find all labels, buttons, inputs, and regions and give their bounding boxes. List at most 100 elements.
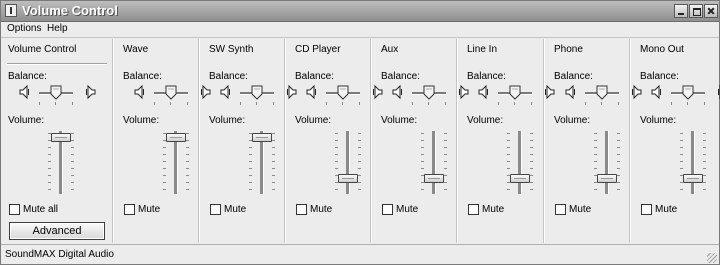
volume-slider-thumb-aux[interactable]: [424, 174, 444, 183]
volume-tick: [530, 154, 533, 155]
volume-tick: [617, 182, 620, 183]
volume-tick: [71, 140, 74, 141]
mute-checkbox-line-in[interactable]: [468, 204, 479, 215]
mute-checkbox-aux[interactable]: [382, 204, 393, 215]
mute-checkbox-cd-player[interactable]: [296, 204, 307, 215]
mute-label-line-in[interactable]: Mute: [482, 204, 504, 215]
balance-slider-thumb-cd-player[interactable]: [337, 85, 349, 100]
minimize-icon[interactable]: [674, 4, 688, 18]
balance-slider-thumb-sw-synth[interactable]: [251, 85, 263, 100]
volume-tick: [48, 175, 51, 176]
volume-tick: [249, 189, 252, 190]
balance-tick: [55, 102, 56, 105]
volume-track-phone[interactable]: [605, 131, 609, 194]
volume-slider-thumb-sw-synth[interactable]: [252, 133, 272, 142]
volume-tick: [71, 175, 74, 176]
mute-checkbox-phone[interactable]: [555, 204, 566, 215]
title-separator: [7, 63, 107, 65]
volume-slider-thumb-main[interactable]: [51, 133, 71, 142]
mute-label-mono-out[interactable]: Mute: [655, 204, 677, 215]
volume-tick: [358, 161, 361, 162]
volume-tick: [617, 161, 620, 162]
balance-slider-thumb-mono-out[interactable]: [682, 85, 694, 100]
volume-tick: [71, 147, 74, 148]
column-divider: [198, 39, 200, 243]
column-divider: [112, 39, 114, 243]
volume-tick: [444, 175, 447, 176]
balance-label-cd-player: Balance:: [295, 71, 334, 82]
volume-tick: [249, 182, 252, 183]
volume-tick: [703, 161, 706, 162]
volume-slider-thumb-wave[interactable]: [166, 133, 186, 142]
volume-slider-thumb-phone[interactable]: [597, 174, 617, 183]
balance-tick: [514, 102, 515, 105]
volume-tick: [358, 168, 361, 169]
balance-slider-thumb-aux[interactable]: [423, 85, 435, 100]
volume-track-mono-out[interactable]: [691, 131, 695, 194]
volume-tick: [272, 175, 275, 176]
volume-slider-thumb-line-in[interactable]: [510, 174, 530, 183]
speaker-right-icon: [631, 84, 643, 100]
channel-title-phone: Phone: [554, 44, 583, 55]
mute-label-sw-synth[interactable]: Mute: [224, 204, 246, 215]
volume-tick: [421, 133, 424, 134]
volume-tick: [71, 182, 74, 183]
speaker-left-icon: [219, 84, 231, 100]
title-bar[interactable]: Volume Control: [1, 1, 719, 22]
mute-label-main[interactable]: Mute all: [23, 204, 58, 215]
channel-title-line-in: Line In: [467, 44, 498, 55]
volume-tick: [186, 161, 189, 162]
volume-tick: [530, 161, 533, 162]
mute-checkbox-wave[interactable]: [124, 204, 135, 215]
volume-tick: [48, 161, 51, 162]
volume-tick: [71, 168, 74, 169]
mute-checkbox-mono-out[interactable]: [641, 204, 652, 215]
volume-tick: [48, 189, 51, 190]
menu-options[interactable]: Options: [7, 23, 41, 34]
mute-label-phone[interactable]: Mute: [569, 204, 591, 215]
volume-tick: [594, 154, 597, 155]
channel-title-cd-player: CD Player: [295, 44, 341, 55]
volume-tick: [71, 133, 74, 134]
speaker-right-icon: [544, 84, 556, 100]
speaker-right-icon: [458, 84, 470, 100]
volume-tick: [594, 133, 597, 134]
mute-label-aux[interactable]: Mute: [396, 204, 418, 215]
volume-label-phone: Volume:: [554, 115, 591, 126]
volume-tick: [163, 147, 166, 148]
advanced-button[interactable]: Advanced: [9, 222, 105, 240]
volume-tick: [680, 168, 683, 169]
balance-slider-thumb-wave[interactable]: [165, 85, 177, 100]
volume-tick: [703, 182, 706, 183]
volume-track-line-in[interactable]: [518, 131, 522, 194]
menu-help[interactable]: Help: [47, 23, 68, 34]
volume-tick: [680, 161, 683, 162]
balance-tick: [39, 102, 40, 105]
volume-slider-thumb-mono-out[interactable]: [683, 174, 703, 183]
column-divider: [370, 39, 372, 243]
volume-tick: [358, 133, 361, 134]
mute-checkbox-main[interactable]: [9, 204, 20, 215]
balance-slider-thumb-phone[interactable]: [596, 85, 608, 100]
maximize-icon[interactable]: [689, 4, 703, 18]
balance-slider-thumb-line-in[interactable]: [509, 85, 521, 100]
volume-tick: [703, 175, 706, 176]
balance-tick: [342, 102, 343, 105]
resize-grip-icon[interactable]: [707, 253, 717, 263]
volume-track-aux[interactable]: [432, 131, 436, 194]
volume-track-cd-player[interactable]: [346, 131, 350, 194]
mute-label-cd-player[interactable]: Mute: [310, 204, 332, 215]
volume-tick: [186, 189, 189, 190]
volume-tick: [186, 133, 189, 134]
volume-tick: [163, 175, 166, 176]
volume-tick: [421, 189, 424, 190]
balance-tick: [585, 102, 586, 105]
volume-tick: [703, 147, 706, 148]
close-icon[interactable]: [704, 4, 718, 18]
volume-tick: [272, 133, 275, 134]
mute-checkbox-sw-synth[interactable]: [210, 204, 221, 215]
volume-tick: [617, 175, 620, 176]
volume-slider-thumb-cd-player[interactable]: [338, 174, 358, 183]
mute-label-wave[interactable]: Mute: [138, 204, 160, 215]
balance-slider-thumb-main[interactable]: [50, 85, 62, 100]
